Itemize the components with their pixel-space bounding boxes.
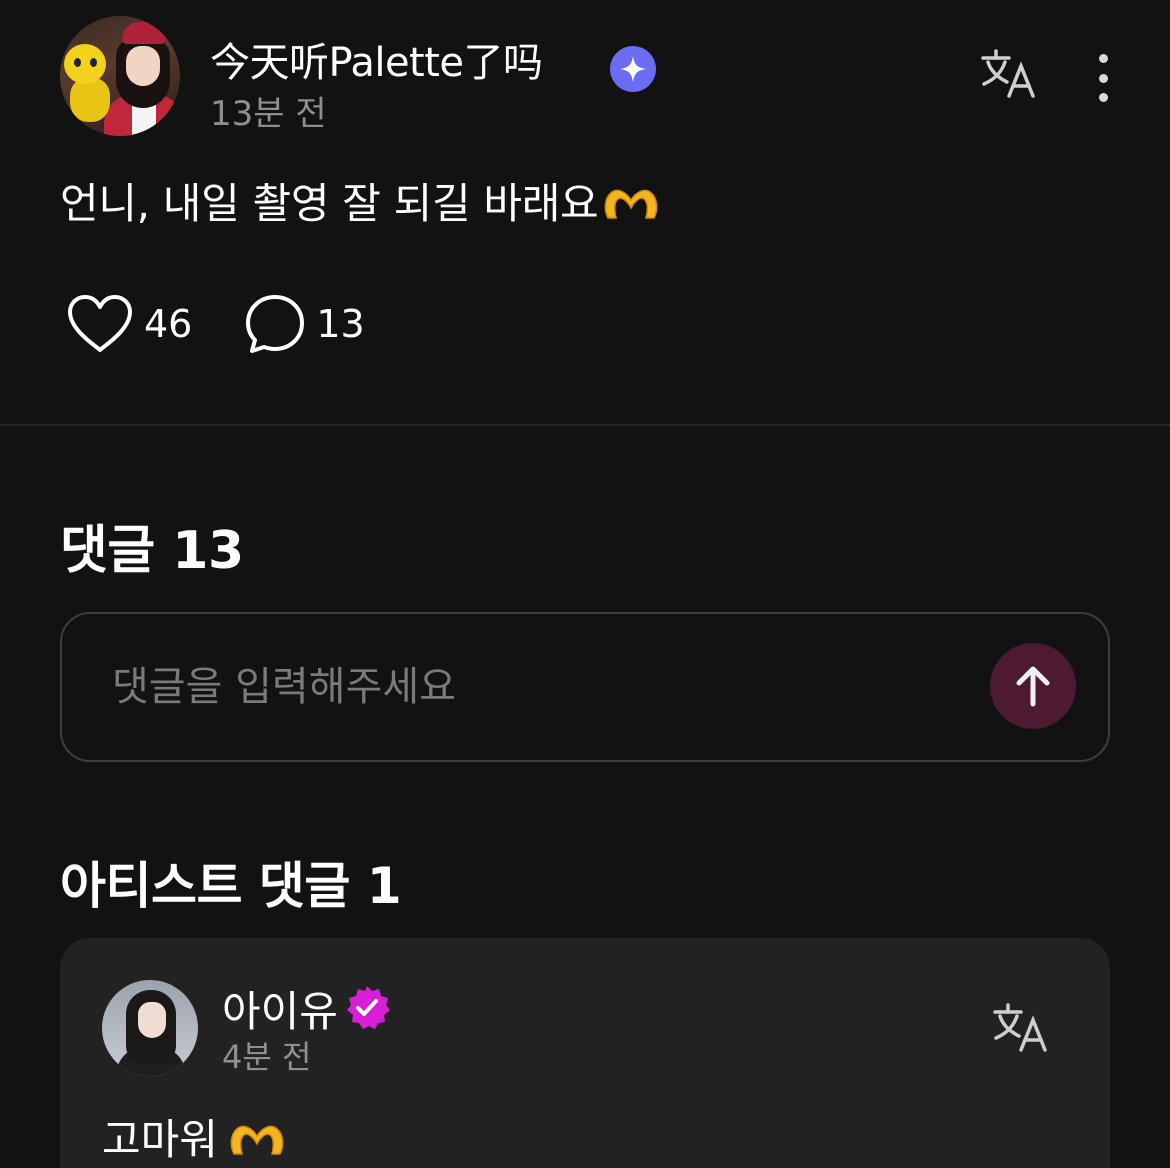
translate-button[interactable] bbox=[978, 46, 1038, 102]
section-divider bbox=[0, 424, 1170, 426]
heart-icon bbox=[68, 295, 132, 352]
artist-name[interactable]: 아이유 bbox=[222, 978, 338, 1039]
artist-avatar[interactable] bbox=[102, 980, 198, 1076]
translate-icon bbox=[981, 49, 1035, 98]
like-button[interactable]: 46 bbox=[66, 294, 192, 354]
translate-icon bbox=[993, 1003, 1047, 1052]
verified-badge-icon bbox=[347, 986, 390, 1029]
heart-hands-emoji bbox=[228, 1120, 286, 1168]
artist-comment-timestamp: 4분 전 bbox=[222, 1038, 312, 1076]
post-text: 언니, 내일 촬영 잘 되길 바래요 bbox=[60, 179, 599, 228]
post-header: 今天听Palette了吗 13분 전 bbox=[60, 16, 1120, 138]
post-body: 언니, 내일 촬영 잘 되길 바래요 bbox=[60, 170, 660, 234]
comment-button[interactable]: 13 bbox=[244, 293, 365, 355]
author-avatar[interactable] bbox=[60, 16, 180, 136]
artist-comment-text: 고마워 bbox=[102, 1106, 286, 1168]
like-count: 46 bbox=[144, 302, 193, 346]
artist-comments-heading: 아티스트 댓글 1 bbox=[60, 857, 402, 915]
send-comment-button[interactable] bbox=[990, 643, 1076, 729]
heart-hands-emoji bbox=[602, 184, 660, 234]
more-vertical-icon bbox=[1098, 54, 1108, 63]
comments-heading: 댓글 13 bbox=[60, 521, 244, 581]
artist-comment-body: 고마워 bbox=[102, 1115, 218, 1164]
artist-translate-button[interactable] bbox=[990, 1000, 1050, 1056]
comment-input[interactable] bbox=[112, 654, 932, 720]
post-actions: 46 13 bbox=[66, 292, 417, 356]
arrow-up-icon bbox=[1016, 666, 1050, 707]
author-name[interactable]: 今天听Palette了吗 bbox=[210, 30, 543, 88]
artist-comment-card: 아이유 4분 전 고마워 bbox=[60, 938, 1110, 1168]
comment-count: 13 bbox=[316, 302, 365, 346]
comment-bubble-icon bbox=[246, 295, 305, 353]
more-options-button[interactable] bbox=[1086, 50, 1120, 106]
post-detail-page: 今天听Palette了吗 13분 전 언니, 내일 촬영 잘 되길 바래요 46… bbox=[0, 0, 1170, 1168]
sparkle-badge-icon bbox=[610, 46, 656, 92]
post-timestamp: 13분 전 bbox=[210, 94, 327, 134]
comment-input-box bbox=[60, 612, 1110, 762]
